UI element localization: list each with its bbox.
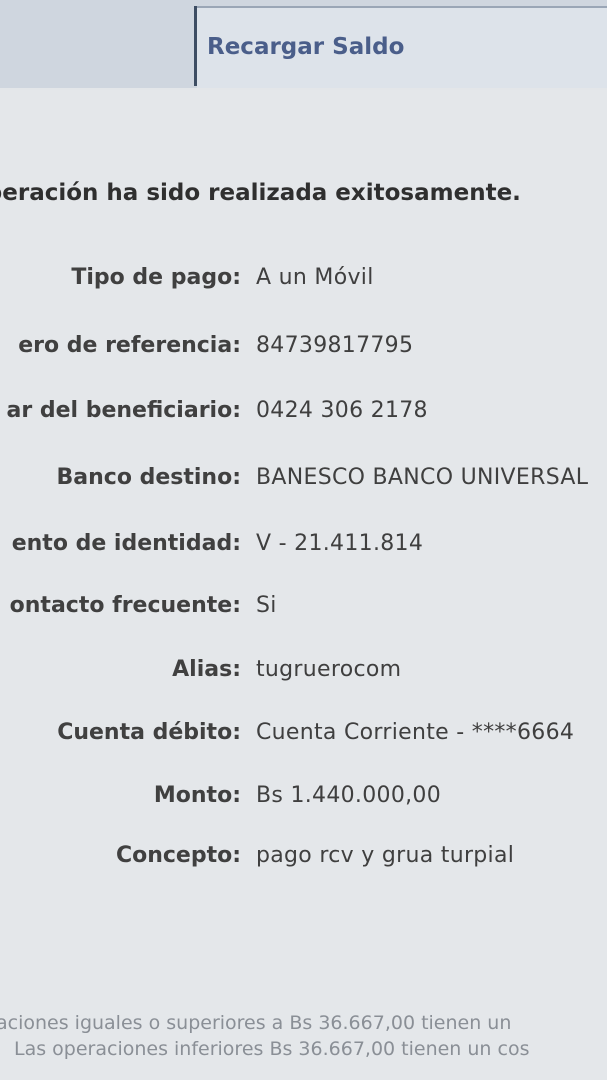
alias-label: Alias: (172, 657, 241, 682)
identity-document-value: V - 21.411.814 (256, 531, 424, 556)
footer-notice: aciones iguales o superiores a Bs 36.667… (0, 1008, 607, 1080)
detail-row-beneficiary-phone: ar del beneficiario: 0424 306 2178 (0, 398, 607, 432)
tab-label: Recargar Saldo (207, 34, 405, 60)
tab-recargar-saldo[interactable]: Recargar Saldo (197, 6, 607, 88)
reference-number-value: 84739817795 (256, 333, 414, 358)
footer-notice-line-1: aciones iguales o superiores a Bs 36.667… (0, 1012, 512, 1034)
payment-type-label: Tipo de pago: (71, 265, 241, 290)
amount-value: Bs 1.440.000,00 (256, 783, 442, 808)
payment-type-value: A un Móvil (256, 265, 374, 290)
footer-notice-line-2: Las operaciones inferiores Bs 36.667,00 … (14, 1038, 530, 1060)
detail-row-concept: Concepto: pago rcv y grua turpial (0, 843, 607, 877)
detail-row-alias: Alias: tugruerocom (0, 657, 607, 691)
debit-account-value: Cuenta Corriente - ****6664 (256, 720, 575, 745)
detail-row-payment-type: Tipo de pago: A un Móvil (0, 265, 607, 299)
destination-bank-label: Banco destino: (56, 465, 242, 490)
success-message: operación ha sido realizada exitosamente… (0, 180, 521, 206)
reference-number-label: ero de referencia: (18, 333, 241, 358)
identity-document-label: ento de identidad: (11, 531, 241, 556)
beneficiary-phone-label: ar del beneficiario: (6, 398, 241, 423)
concept-value: pago rcv y grua turpial (256, 843, 515, 868)
detail-row-identity-document: ento de identidad: V - 21.411.814 (0, 531, 607, 565)
confirmation-panel: operación ha sido realizada exitosamente… (0, 90, 607, 1080)
debit-account-label: Cuenta débito: (57, 720, 241, 745)
concept-label: Concepto: (115, 843, 241, 868)
frequent-contact-value: Si (256, 593, 277, 618)
beneficiary-phone-value: 0424 306 2178 (256, 398, 428, 423)
top-navigation-bar: Recargar Saldo (0, 0, 607, 88)
alias-value: tugruerocom (256, 657, 402, 682)
destination-bank-value: BANESCO BANCO UNIVERSAL (256, 465, 589, 490)
amount-label: Monto: (153, 783, 241, 808)
detail-row-amount: Monto: Bs 1.440.000,00 (0, 783, 607, 817)
detail-row-reference-number: ero de referencia: 84739817795 (0, 333, 607, 367)
frequent-contact-label: ontacto frecuente: (9, 593, 241, 618)
detail-row-frequent-contact: ontacto frecuente: Si (0, 593, 607, 627)
detail-row-debit-account: Cuenta débito: Cuenta Corriente - ****66… (0, 720, 607, 754)
detail-row-destination-bank: Banco destino: BANESCO BANCO UNIVERSAL (0, 465, 607, 499)
